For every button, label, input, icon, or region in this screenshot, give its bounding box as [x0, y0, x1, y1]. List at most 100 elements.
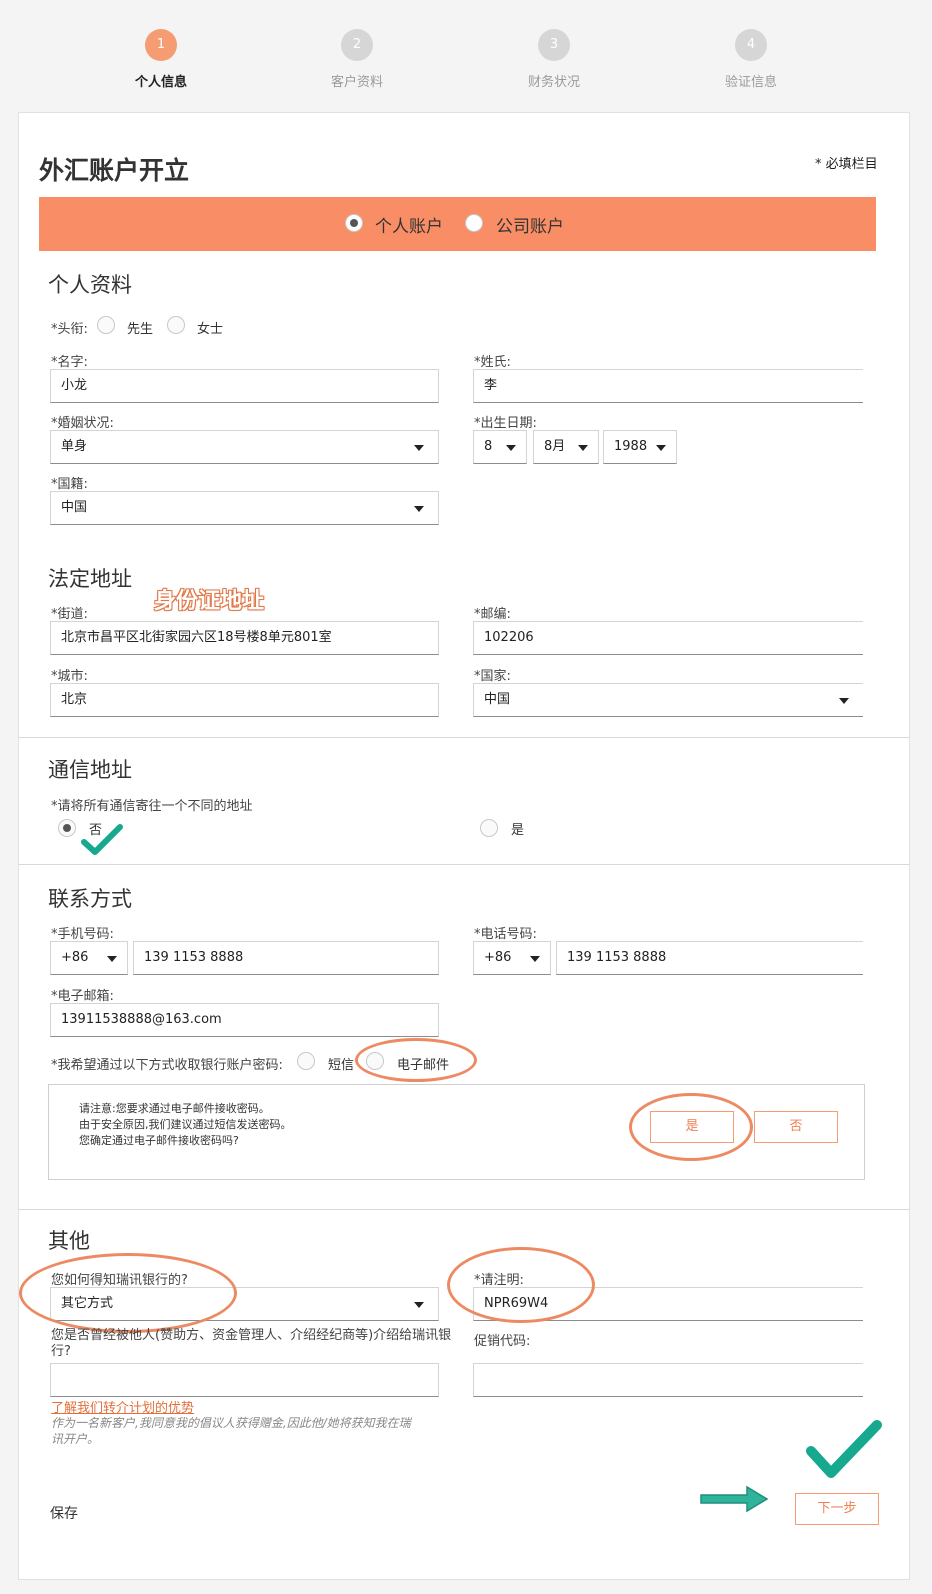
referral-label: 您是否曾经被他人(赞助方、资金管理人、介绍经纪商等)介绍给瑞讯银行?: [51, 1328, 452, 1359]
first-name-label: *名字:: [51, 355, 88, 370]
page-title: 外汇账户开立: [39, 156, 190, 185]
other-section-title: 其他: [48, 1229, 90, 1253]
first-name-input[interactable]: 小龙: [50, 369, 439, 403]
phone-label: *电话号码:: [474, 927, 537, 942]
last-name-input[interactable]: 李: [473, 369, 863, 403]
mail-address-no-radio[interactable]: [58, 819, 76, 837]
notice-line-2: 由于安全原因,我们建议通过短信发送密码。: [79, 1118, 292, 1131]
personal-account-radio[interactable]: [345, 214, 363, 232]
notice-line-1: 请注意:您要求通过电子邮件接收密码。: [79, 1102, 270, 1115]
dob-month-value: 8月: [544, 439, 566, 454]
mobile-input[interactable]: 139 1153 8888: [133, 941, 439, 975]
chevron-down-icon: [107, 956, 117, 962]
dob-day-select[interactable]: 8: [473, 430, 527, 464]
phone-code-value: +86: [484, 950, 512, 965]
chevron-down-icon: [414, 1302, 424, 1308]
nationality-value: 中国: [61, 500, 88, 515]
dob-label: *出生日期:: [474, 416, 537, 431]
legal-address-section-title: 法定地址: [48, 567, 132, 591]
referral-note: 作为一名新客户,我同意我的倡议人获得赠金,因此他/她将获知我在瑞讯开户。: [51, 1416, 411, 1446]
company-account-radio[interactable]: [465, 214, 483, 232]
step-4-label: 验证信息: [724, 75, 777, 90]
annotation-circle-source: [19, 1253, 237, 1333]
annotation-id-address: 身份证地址: [154, 589, 265, 614]
dob-year-value: 1988: [614, 439, 648, 454]
referral-program-link[interactable]: 了解我们转介计划的优势: [51, 1397, 194, 1416]
title-mr-radio[interactable]: [97, 316, 115, 334]
email-label: *电子邮箱:: [51, 989, 114, 1004]
city-input[interactable]: 北京: [50, 683, 439, 717]
section-divider: [19, 737, 909, 738]
city-label: *城市:: [51, 669, 88, 684]
save-link[interactable]: 保存: [50, 1503, 78, 1523]
chevron-down-icon: [839, 698, 849, 704]
marital-select[interactable]: 单身: [50, 430, 439, 464]
mail-address-question: *请将所有通信寄往一个不同的地址: [51, 799, 253, 814]
street-input[interactable]: 北京市昌平区北街家园六区18号楼8单元801室: [50, 621, 439, 655]
password-sms-radio[interactable]: [297, 1052, 315, 1070]
referral-input[interactable]: [50, 1363, 439, 1397]
last-name-label: *姓氏:: [474, 355, 511, 370]
country-label: *国家:: [474, 669, 511, 684]
account-type-banner: 个人账户 公司账户: [39, 197, 876, 251]
title-label: *头衔:: [51, 322, 88, 337]
contact-section-title: 联系方式: [48, 887, 132, 911]
mobile-label: *手机号码:: [51, 927, 114, 942]
personal-section-title: 个人资料: [48, 273, 132, 297]
step-1-label: 个人信息: [134, 75, 187, 90]
next-button[interactable]: 下一步: [795, 1493, 879, 1525]
step-3-circle: 3: [538, 29, 570, 61]
chevron-down-icon: [414, 506, 424, 512]
phone-input[interactable]: 139 1153 8888: [556, 941, 863, 975]
nationality-select[interactable]: 中国: [50, 491, 439, 525]
required-note: * 必填栏目: [815, 157, 878, 172]
dob-year-select[interactable]: 1988: [603, 430, 677, 464]
mobile-code-value: +86: [61, 950, 89, 965]
personal-account-label[interactable]: 个人账户: [375, 212, 443, 237]
promo-input[interactable]: [473, 1363, 863, 1397]
arrow-right-icon: [700, 1485, 769, 1513]
country-value: 中国: [484, 692, 511, 707]
password-delivery-label: *我希望通过以下方式收取银行账户密码:: [51, 1058, 283, 1073]
mail-address-section-title: 通信地址: [48, 758, 132, 782]
mail-address-yes-label[interactable]: 是: [511, 819, 524, 838]
dob-day-value: 8: [484, 439, 493, 454]
checkmark-icon: [81, 824, 123, 855]
title-ms-label[interactable]: 女士: [197, 318, 223, 337]
chevron-down-icon: [414, 445, 424, 451]
step-2-circle: 2: [341, 29, 373, 61]
chevron-down-icon: [506, 445, 516, 451]
step-2-label: 客户资料: [330, 75, 383, 90]
country-select[interactable]: 中国: [473, 683, 863, 717]
step-1-circle: 1: [145, 29, 177, 61]
annotation-circle-yes: [629, 1093, 753, 1161]
phone-code-select[interactable]: +86: [473, 941, 551, 975]
mobile-code-select[interactable]: +86: [50, 941, 128, 975]
mail-address-yes-radio[interactable]: [480, 819, 498, 837]
marital-label: *婚姻状况:: [51, 416, 114, 431]
title-mr-label[interactable]: 先生: [127, 318, 153, 337]
street-label: *街道:: [51, 607, 88, 622]
section-divider: [19, 1209, 909, 1210]
confirm-no-button[interactable]: 否: [754, 1111, 838, 1143]
annotation-circle-email: [355, 1038, 477, 1082]
zip-input[interactable]: 102206: [473, 621, 863, 655]
company-account-label[interactable]: 公司账户: [496, 212, 564, 237]
section-divider: [19, 864, 909, 865]
dob-month-select[interactable]: 8月: [533, 430, 599, 464]
annotation-circle-specify: [447, 1247, 595, 1323]
chevron-down-icon: [656, 445, 666, 451]
zip-label: *邮编:: [474, 607, 511, 622]
password-sms-label[interactable]: 短信: [328, 1054, 354, 1073]
chevron-down-icon: [578, 445, 588, 451]
promo-label: 促销代码:: [474, 1334, 531, 1349]
notice-line-3: 您确定通过电子邮件接收密码吗?: [79, 1134, 239, 1147]
form-card: 外汇账户开立 * 必填栏目 个人账户 公司账户 个人资料 *头衔: 先生 女士 …: [18, 112, 910, 1580]
step-4-circle: 4: [735, 29, 767, 61]
title-ms-radio[interactable]: [167, 316, 185, 334]
nationality-label: *国籍:: [51, 477, 88, 492]
step-3-label: 财务状况: [527, 75, 580, 90]
chevron-down-icon: [530, 956, 540, 962]
marital-value: 单身: [61, 439, 88, 454]
email-input[interactable]: 13911538888@163.com: [50, 1003, 439, 1037]
